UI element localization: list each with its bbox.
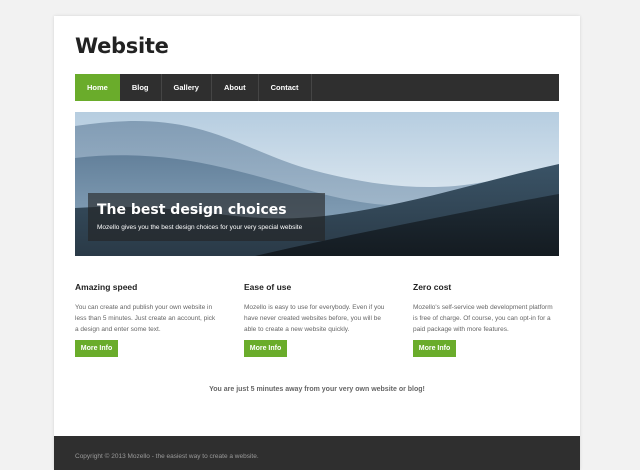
feature-ease-of-use: Ease of use Mozello is easy to use for e… (244, 282, 386, 357)
more-info-button[interactable]: More Info (413, 340, 456, 357)
hero-subtitle: Mozello gives you the best design choice… (97, 224, 303, 231)
feature-text: Mozello's self-service web development p… (413, 304, 553, 334)
hero-title: The best design choices (97, 202, 287, 218)
footer-copyright: Copyright © 2013 Mozello - the easiest w… (75, 453, 259, 460)
feature-zero-cost: Zero cost Mozello's self-service web dev… (413, 282, 555, 357)
site-title[interactable]: Website (75, 34, 169, 58)
hero-banner: The best design choices Mozello gives yo… (75, 112, 559, 256)
more-info-button[interactable]: More Info (75, 340, 118, 357)
nav-item-blog[interactable]: Blog (120, 74, 162, 101)
nav-item-contact[interactable]: Contact (259, 74, 312, 101)
feature-text: Mozello is easy to use for everybody. Ev… (244, 304, 385, 334)
nav-item-about[interactable]: About (212, 74, 259, 101)
more-info-button[interactable]: More Info (244, 340, 287, 357)
cta-text: You are just 5 minutes away from your ve… (209, 386, 425, 393)
feature-title: Ease of use (244, 282, 292, 292)
page-container: Website Home Blog Gallery About Contact (54, 16, 580, 470)
nav-item-gallery[interactable]: Gallery (162, 74, 212, 101)
feature-amazing-speed: Amazing speed You can create and publish… (75, 282, 217, 357)
feature-title: Zero cost (413, 282, 452, 292)
feature-text: You can create and publish your own webs… (75, 304, 216, 334)
main-nav: Home Blog Gallery About Contact (75, 74, 559, 101)
hero-caption: The best design choices Mozello gives yo… (88, 193, 325, 241)
nav-item-home[interactable]: Home (75, 74, 120, 101)
footer: Copyright © 2013 Mozello - the easiest w… (54, 436, 580, 470)
feature-title: Amazing speed (75, 282, 138, 292)
